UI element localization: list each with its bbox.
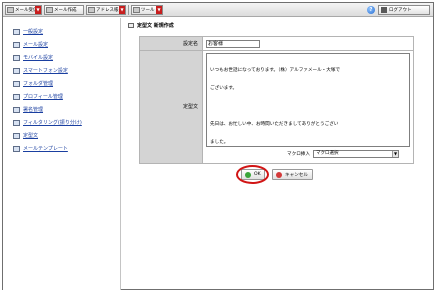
sidebar-item-signature-management[interactable]: 署名管理 [13, 106, 43, 113]
document-icon [128, 23, 134, 28]
settings-icon [13, 28, 20, 35]
toolbar-address-book-button[interactable]: アドレス帳 ▼ [86, 5, 126, 15]
phrase-body-textarea[interactable]: いつもお世話になっております。（株）アルファメール・大塚で ございます。 先日は… [206, 53, 410, 147]
body-label: 定型文 [140, 51, 203, 163]
toolbar: メール受信 ▼ メール作成 アドレス帳 ▼ ツール ▼ ? ログアウト [3, 3, 433, 17]
phrase-form: 設定名 お客様 定型文 いつもお世話になっております。（株）アルファメール・大塚… [139, 36, 414, 164]
toolbar-compose-mail-button[interactable]: メール作成 [44, 5, 84, 15]
mail-compose-icon [46, 7, 53, 13]
mail-receive-icon [7, 7, 14, 13]
body-cell: いつもお世話になっております。（株）アルファメール・大塚で ございます。 先日は… [203, 51, 413, 163]
name-label: 設定名 [140, 37, 203, 51]
main-panel: 定型文 新規作成 設定名 お客様 定型文 いつもお世話になっております。（株）ア… [122, 18, 433, 290]
mail-icon [13, 41, 20, 48]
toolbar-receive-mail-button[interactable]: メール受信 ▼ [5, 5, 42, 15]
name-input[interactable]: お客様 [206, 40, 260, 48]
ok-button[interactable]: OK [241, 169, 265, 180]
cancel-button[interactable]: キャンセル [272, 169, 313, 180]
sidebar-item-smartphone-settings[interactable]: スマートフォン設定 [13, 67, 68, 74]
sidebar-item-general-settings[interactable]: 一般設定 [13, 28, 43, 35]
macro-insert-row: マクロ挿入 マクロ選択 ▼ [287, 150, 399, 158]
address-book-icon [88, 7, 95, 13]
help-icon[interactable]: ? [367, 6, 375, 14]
document-icon [13, 132, 20, 139]
sidebar-item-profile-management[interactable]: プロフィール管理 [13, 93, 63, 100]
logout-button[interactable]: ログアウト [378, 5, 430, 15]
cancel-icon [276, 171, 282, 178]
template-icon [13, 145, 20, 152]
dropdown-arrow-icon[interactable]: ▼ [35, 6, 41, 14]
macro-insert-label: マクロ挿入 [287, 152, 310, 157]
sidebar-item-mail-templates[interactable]: メールテンプレート [13, 145, 68, 152]
sidebar-item-filtering[interactable]: フィルタリング(振り分け) [13, 119, 82, 126]
name-cell: お客様 [203, 37, 413, 51]
smartphone-icon [13, 67, 20, 74]
logout-icon [381, 7, 387, 13]
mobile-icon [13, 54, 20, 61]
dropdown-arrow-icon[interactable]: ▼ [156, 6, 162, 14]
filter-icon [13, 119, 20, 126]
tools-icon [133, 7, 140, 13]
sidebar-item-mail-settings[interactable]: メール設定 [13, 41, 48, 48]
sidebar-item-mobile-settings[interactable]: モバイル設定 [13, 54, 53, 61]
sidebar-item-fixed-phrases[interactable]: 定型文 [13, 132, 38, 139]
toolbar-divider [128, 5, 129, 15]
toolbar-tools-button[interactable]: ツール ▼ [131, 5, 163, 15]
page-title: 定型文 新規作成 [128, 22, 174, 29]
window-frame: メール受信 ▼ メール作成 アドレス帳 ▼ ツール ▼ ? ログアウト 一般設定 [2, 2, 434, 290]
signature-icon [13, 106, 20, 113]
macro-select[interactable]: マクロ選択 ▼ [312, 150, 399, 158]
dropdown-arrow-icon[interactable]: ▼ [119, 6, 125, 14]
sidebar-item-folder-management[interactable]: フォルダ管理 [13, 80, 53, 87]
folder-icon [13, 80, 20, 87]
profile-icon [13, 93, 20, 100]
ok-icon [245, 171, 251, 178]
sidebar: 一般設定 メール設定 モバイル設定 スマートフォン設定 フォルダ管理 プロフィー… [3, 18, 121, 290]
chevron-down-icon[interactable]: ▼ [391, 151, 398, 157]
